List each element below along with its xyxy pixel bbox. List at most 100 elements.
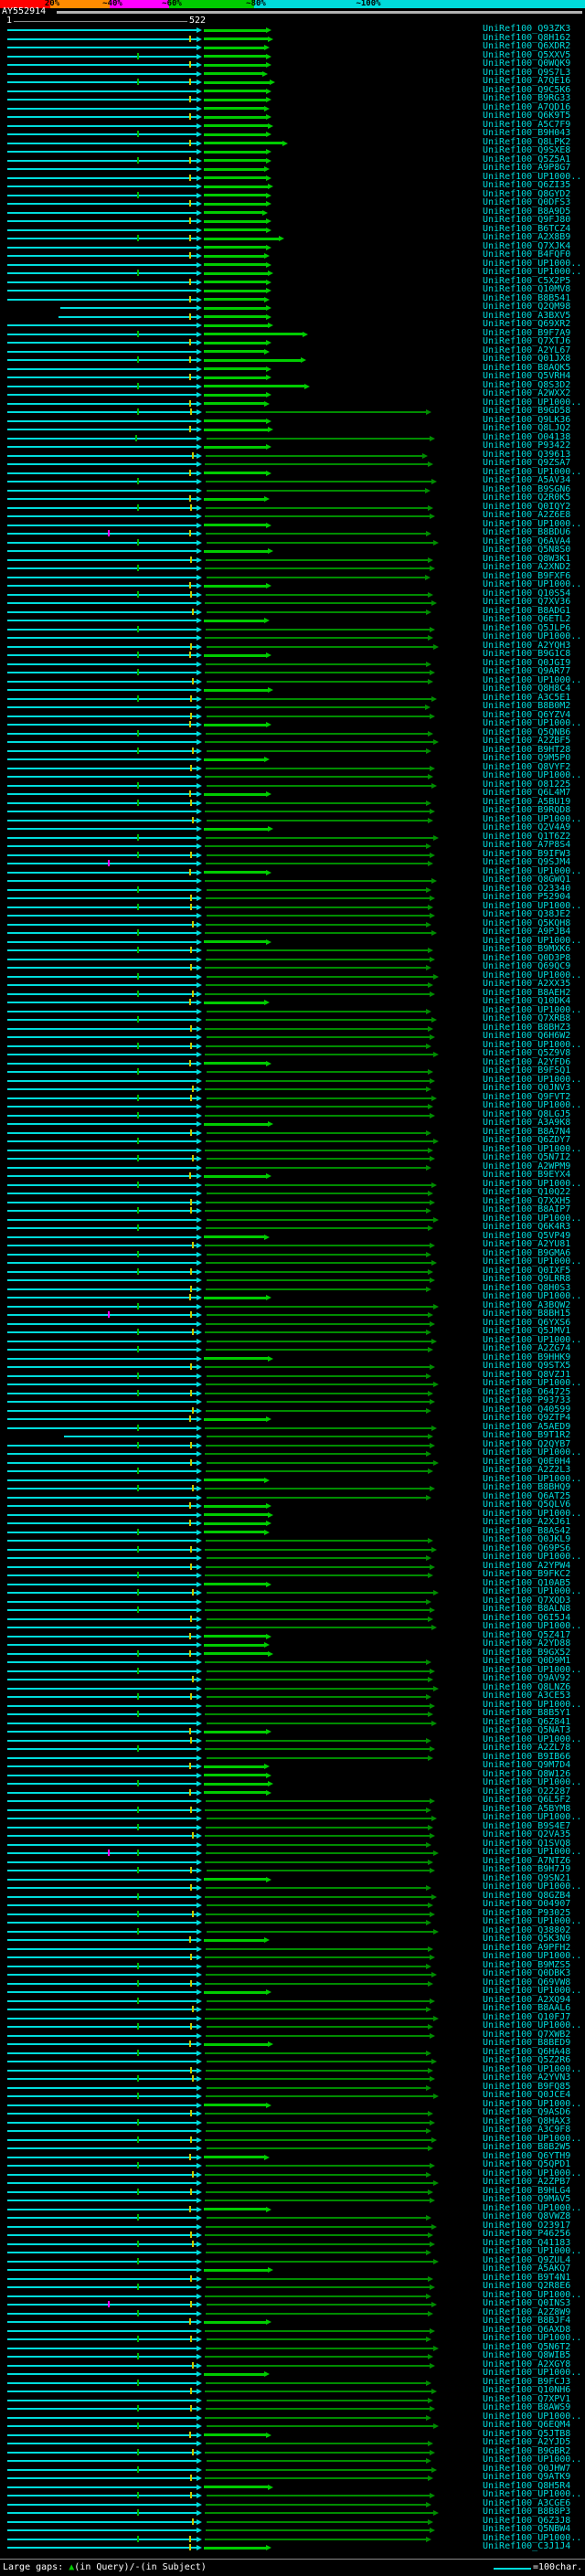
- query-align-bar[interactable]: [7, 107, 197, 110]
- query-align-bar[interactable]: [7, 793, 197, 795]
- query-align-bar[interactable]: [7, 159, 197, 162]
- query-align-bar[interactable]: [7, 2547, 197, 2549]
- query-align-bar[interactable]: [7, 1965, 197, 1967]
- query-align-bar[interactable]: [7, 437, 197, 440]
- subject-align-bar[interactable]: [204, 1635, 266, 1638]
- query-align-bar[interactable]: [7, 2399, 197, 2401]
- subject-align-bar[interactable]: [206, 1166, 426, 1169]
- query-align-bar[interactable]: [7, 1808, 197, 1811]
- query-align-bar[interactable]: [7, 133, 197, 135]
- query-align-bar[interactable]: [7, 446, 197, 448]
- query-align-bar[interactable]: [7, 506, 197, 509]
- query-align-bar[interactable]: [7, 2086, 197, 2089]
- subject-align-bar[interactable]: [207, 2304, 431, 2306]
- subject-align-bar[interactable]: [206, 2503, 426, 2506]
- subject-align-bar[interactable]: [204, 63, 266, 67]
- query-align-bar[interactable]: [7, 220, 197, 222]
- subject-align-bar[interactable]: [204, 2433, 266, 2436]
- subject-align-bar[interactable]: [204, 393, 266, 397]
- subject-align-bar[interactable]: [207, 888, 426, 891]
- subject-align-bar[interactable]: [205, 2113, 428, 2115]
- query-align-bar[interactable]: [7, 203, 197, 205]
- query-align-bar[interactable]: [7, 2390, 197, 2392]
- subject-align-bar[interactable]: [206, 1227, 428, 1229]
- query-align-bar[interactable]: [7, 489, 197, 492]
- subject-align-bar[interactable]: [204, 219, 266, 223]
- query-align-bar[interactable]: [7, 2338, 197, 2340]
- query-align-bar[interactable]: [7, 1852, 197, 1854]
- query-align-bar[interactable]: [7, 324, 197, 326]
- query-align-bar[interactable]: [7, 1366, 197, 1368]
- subject-align-bar[interactable]: [206, 697, 431, 700]
- query-align-bar[interactable]: [7, 385, 197, 387]
- subject-align-bar[interactable]: [204, 1479, 264, 1481]
- subject-align-bar[interactable]: [204, 940, 266, 943]
- query-align-bar[interactable]: [7, 1305, 197, 1308]
- subject-align-bar[interactable]: [206, 2069, 428, 2072]
- subject-align-bar[interactable]: [205, 2356, 428, 2358]
- subject-align-bar[interactable]: [204, 333, 303, 335]
- subject-align-bar[interactable]: [205, 1183, 431, 1186]
- subject-align-bar[interactable]: [207, 437, 430, 440]
- query-align-bar[interactable]: [7, 533, 197, 535]
- query-align-bar[interactable]: [7, 350, 197, 353]
- subject-align-bar[interactable]: [204, 211, 262, 214]
- query-align-bar[interactable]: [7, 819, 197, 822]
- query-align-bar[interactable]: [7, 1426, 197, 1429]
- query-align-bar[interactable]: [7, 2217, 197, 2219]
- subject-align-bar[interactable]: [204, 159, 266, 162]
- query-align-bar[interactable]: [7, 1783, 197, 1785]
- subject-align-bar[interactable]: [205, 741, 433, 743]
- subject-align-bar[interactable]: [204, 1652, 268, 1655]
- query-align-bar[interactable]: [7, 1166, 197, 1169]
- query-align-bar[interactable]: [7, 1262, 197, 1264]
- query-align-bar[interactable]: [7, 333, 197, 335]
- query-align-bar[interactable]: [7, 246, 197, 249]
- query-align-bar[interactable]: [7, 2165, 197, 2167]
- query-align-bar[interactable]: [7, 1322, 197, 1325]
- query-align-bar[interactable]: [7, 142, 197, 144]
- query-align-bar[interactable]: [7, 828, 197, 830]
- subject-align-bar[interactable]: [207, 541, 433, 544]
- subject-align-bar[interactable]: [206, 2252, 426, 2253]
- query-align-bar[interactable]: [7, 1670, 197, 1672]
- subject-align-bar[interactable]: [204, 1791, 266, 1794]
- subject-align-bar[interactable]: [206, 984, 428, 986]
- query-align-bar[interactable]: [7, 967, 197, 969]
- subject-align-bar[interactable]: [206, 411, 426, 413]
- query-align-bar[interactable]: [7, 342, 197, 344]
- query-align-bar[interactable]: [7, 1974, 197, 1976]
- subject-align-bar[interactable]: [207, 2182, 433, 2184]
- query-align-bar[interactable]: [7, 1557, 197, 1559]
- subject-align-bar[interactable]: [205, 1982, 428, 1985]
- query-align-bar[interactable]: [7, 211, 197, 214]
- query-align-bar[interactable]: [7, 2495, 197, 2496]
- subject-align-bar[interactable]: [204, 298, 264, 301]
- query-align-bar[interactable]: [7, 1488, 197, 1489]
- subject-align-bar[interactable]: [206, 454, 422, 457]
- subject-align-bar[interactable]: [205, 2017, 433, 2019]
- query-align-bar[interactable]: [7, 1479, 197, 1481]
- subject-align-bar[interactable]: [206, 2225, 431, 2228]
- query-align-bar[interactable]: [7, 498, 197, 500]
- subject-align-bar[interactable]: [204, 827, 268, 831]
- subject-align-bar[interactable]: [204, 37, 268, 40]
- query-align-bar[interactable]: [7, 1044, 197, 1047]
- query-align-bar[interactable]: [7, 550, 197, 552]
- query-align-bar[interactable]: [7, 1818, 197, 1819]
- query-align-bar[interactable]: [7, 1756, 197, 1759]
- query-align-bar[interactable]: [7, 1461, 197, 1464]
- query-align-bar[interactable]: [7, 672, 197, 673]
- subject-align-bar[interactable]: [206, 1974, 431, 1976]
- subject-align-bar[interactable]: [204, 350, 264, 353]
- subject-align-bar[interactable]: [204, 133, 266, 136]
- query-align-bar[interactable]: [7, 1374, 197, 1377]
- subject-align-bar[interactable]: [205, 2416, 426, 2419]
- subject-align-bar[interactable]: [206, 1470, 428, 1472]
- query-align-bar[interactable]: [7, 2051, 197, 2054]
- subject-align-bar[interactable]: [204, 1878, 266, 1881]
- subject-align-bar[interactable]: [207, 2338, 426, 2340]
- query-align-bar[interactable]: [7, 958, 197, 960]
- query-align-bar[interactable]: [7, 2347, 197, 2349]
- subject-align-bar[interactable]: [207, 1010, 426, 1012]
